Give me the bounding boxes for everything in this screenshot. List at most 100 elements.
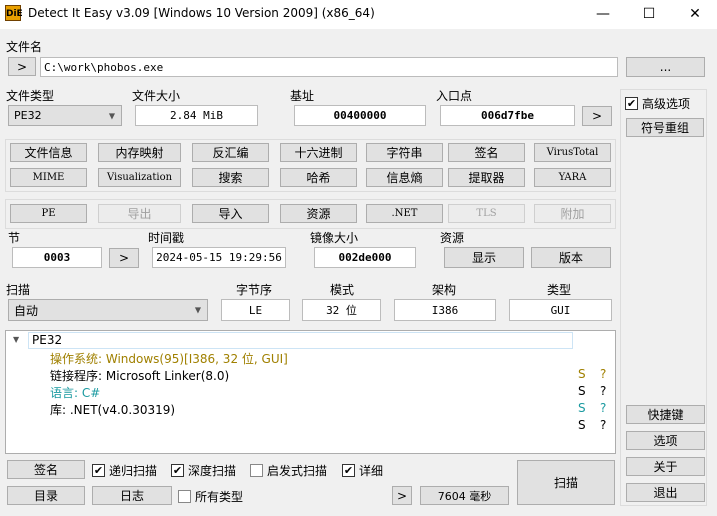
file-type-select[interactable]: PE32 ▼ [8, 105, 122, 126]
file-size-label: 文件大小 [132, 89, 181, 103]
tool-button[interactable]: VirusTotal [534, 143, 611, 162]
results-tree[interactable]: ▼ PE32 操作系统: Windows(95)[I386, 32 位, GUI… [5, 330, 616, 454]
timestamp-label: 时间戳 [148, 231, 185, 245]
file-name-label: 文件名 [6, 40, 43, 54]
tool-button[interactable]: 字符串 [366, 143, 443, 162]
pe-section-button: 附加 [534, 204, 611, 223]
pe-section-button[interactable]: 导入 [192, 204, 269, 223]
result-item[interactable]: 库: .NET(v4.0.30319) S? [50, 401, 610, 432]
tool-button[interactable]: YARA [534, 168, 611, 187]
expand-arrow-icon[interactable]: ▼ [13, 335, 19, 344]
options-button[interactable]: 选项 [626, 431, 705, 450]
heuristic-scan-checkbox[interactable]: 启发式扫描 [250, 462, 327, 479]
recursive-scan-label: 递归扫描 [109, 464, 158, 478]
verbose-checkbox[interactable]: ✔ 详细 [342, 462, 383, 479]
scan-mode-select[interactable]: 自动 ▼ [8, 299, 208, 321]
bits-field: 32 位 [302, 299, 381, 321]
section-label: 节 [8, 231, 21, 245]
version-button[interactable]: 版本 [531, 247, 611, 268]
file-path-input[interactable]: C:\work\phobos.exe [40, 57, 618, 77]
show-resources-button[interactable]: 显示 [444, 247, 524, 268]
app-icon: DiE [5, 5, 23, 21]
pe-section-button[interactable]: .NET [366, 204, 443, 223]
log-button[interactable]: 日志 [92, 486, 172, 505]
pe-section-button[interactable]: 资源 [280, 204, 357, 223]
advanced-options-checkbox[interactable]: ✔ 高级选项 [625, 95, 690, 112]
verbose-label: 详细 [359, 464, 384, 478]
arch-field: I386 [394, 299, 496, 321]
endian-field: LE [221, 299, 290, 321]
info-link[interactable]: ? [600, 418, 606, 432]
entry-point-go-button[interactable]: > [582, 106, 612, 126]
elapsed-time: 7604 毫秒 [420, 486, 509, 505]
tool-button[interactable]: 文件信息 [10, 143, 87, 162]
section-go-button[interactable]: > [109, 248, 139, 268]
tool-button[interactable]: Visualization [98, 168, 181, 187]
scan-mode-value: 自动 [14, 303, 39, 318]
file-history-button[interactable]: > [8, 57, 36, 76]
image-size-field[interactable]: 002de000 [314, 247, 416, 268]
all-types-label: 所有类型 [195, 490, 244, 504]
result-item[interactable]: 链接程序: Microsoft Linker(8.0) S? [50, 367, 610, 398]
demangle-button[interactable]: 符号重组 [626, 118, 704, 137]
next-button[interactable]: > [392, 486, 412, 505]
arch-label: 架构 [432, 283, 457, 297]
entry-point-label: 入口点 [436, 89, 473, 103]
unchecked-box [178, 490, 191, 503]
entry-point-field[interactable]: 006d7fbe [440, 105, 575, 126]
tool-button[interactable]: 内存映射 [98, 143, 181, 162]
shortcuts-button[interactable]: 快捷键 [626, 405, 705, 424]
heuristic-scan-label: 启发式扫描 [267, 464, 328, 478]
tool-button[interactable]: 哈希 [280, 168, 357, 187]
pe-section-button: TLS [448, 204, 525, 223]
checkmark-icon: ✔ [342, 464, 355, 477]
window-title: Detect It Easy v3.09 [Windows 10 Version… [28, 6, 375, 20]
section-count-field[interactable]: 0003 [12, 247, 102, 268]
pe-section-button[interactable]: PE [10, 204, 87, 223]
tool-button[interactable]: 反汇编 [192, 143, 269, 162]
result-text: 库: .NET(v4.0.30319) [50, 403, 176, 417]
all-types-checkbox[interactable]: 所有类型 [178, 488, 243, 505]
advanced-options-label: 高级选项 [642, 97, 691, 111]
unchecked-box [250, 464, 263, 477]
browse-button[interactable]: ... [626, 57, 705, 77]
resources-label: 资源 [440, 231, 465, 245]
result-item[interactable]: 语言: C# S? [50, 384, 610, 415]
result-text: 链接程序: Microsoft Linker(8.0) [50, 369, 230, 383]
timestamp-field: 2024-05-15 19:29:56 [152, 247, 286, 268]
file-type-value: PE32 [14, 109, 42, 122]
title-bar: DiE Detect It Easy v3.09 [Windows 10 Ver… [0, 0, 717, 29]
signature-link[interactable]: S [578, 418, 586, 432]
type-field: GUI [509, 299, 612, 321]
signatures-button[interactable]: 签名 [7, 460, 85, 479]
tool-button[interactable]: MIME [10, 168, 87, 187]
recursive-scan-checkbox[interactable]: ✔ 递归扫描 [92, 462, 157, 479]
tree-root-pe32[interactable]: PE32 [28, 332, 573, 349]
about-button[interactable]: 关于 [626, 457, 705, 476]
tool-button[interactable]: 提取器 [448, 168, 525, 187]
result-text: 语言: C# [50, 386, 101, 400]
file-type-label: 文件类型 [6, 89, 55, 103]
exit-button[interactable]: 退出 [626, 483, 705, 502]
directory-button[interactable]: 目录 [7, 486, 85, 505]
chevron-down-icon: ▼ [108, 111, 115, 120]
tool-button[interactable]: 签名 [448, 143, 525, 162]
endian-label: 字节序 [236, 283, 273, 297]
type-label: 类型 [547, 283, 572, 297]
minimize-button[interactable]: — [580, 0, 626, 29]
file-size-field: 2.84 MiB [135, 105, 258, 126]
scan-button[interactable]: 扫描 [517, 460, 615, 505]
deep-scan-checkbox[interactable]: ✔ 深度扫描 [171, 462, 236, 479]
tool-button[interactable]: 十六进制 [280, 143, 357, 162]
scan-label: 扫描 [6, 283, 31, 297]
checkmark-icon: ✔ [171, 464, 184, 477]
base-address-field[interactable]: 00400000 [294, 105, 426, 126]
tool-button[interactable]: 搜索 [192, 168, 269, 187]
mode-label: 模式 [330, 283, 355, 297]
deep-scan-label: 深度扫描 [188, 464, 237, 478]
result-item[interactable]: 操作系统: Windows(95)[I386, 32 位, GUI] S? [50, 350, 610, 381]
maximize-button[interactable]: ☐ [626, 0, 672, 29]
tool-button[interactable]: 信息熵 [366, 168, 443, 187]
image-size-label: 镜像大小 [310, 231, 359, 245]
close-button[interactable]: ✕ [672, 0, 717, 29]
